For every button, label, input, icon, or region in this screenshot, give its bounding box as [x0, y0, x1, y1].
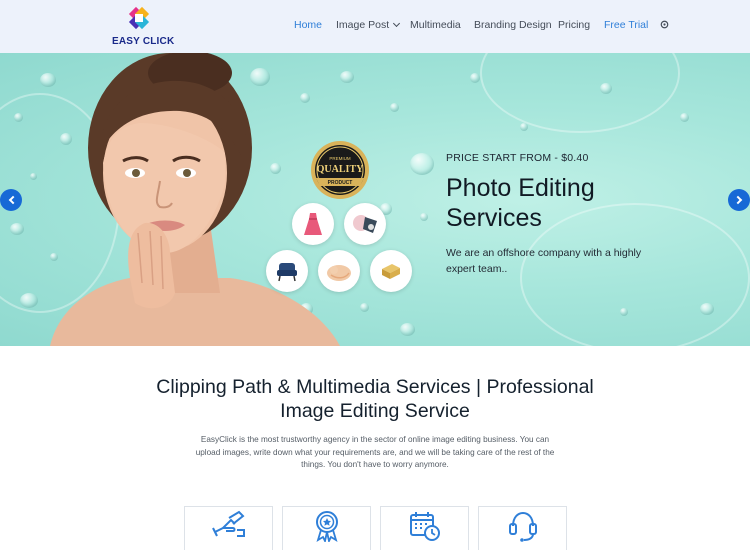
nav-home[interactable]: Home [294, 19, 322, 31]
nav-branding-design[interactable]: Branding Design [474, 19, 552, 31]
brand-name: EASY CLICK [112, 36, 175, 47]
product-chair-image [266, 250, 308, 292]
chevron-left-icon [8, 195, 17, 205]
chevron-right-icon [733, 195, 742, 205]
water-drop [600, 83, 612, 94]
quality-badge-icon: PREMIUM QUALITY PRODUCT [311, 141, 369, 199]
water-drop [470, 73, 480, 83]
water-drop [420, 213, 428, 221]
logo-icon [128, 6, 150, 30]
hero-title-line2: Services [446, 204, 542, 232]
hero-description: We are an offshore company with a highly… [446, 247, 642, 275]
calendar-clock-icon [409, 512, 440, 541]
hero-price-label: PRICE START FROM - $0.40 [446, 152, 589, 164]
water-drop [360, 303, 369, 312]
nav-image-post[interactable]: Image Post [336, 19, 401, 31]
water-drop [620, 308, 628, 316]
product-dress-image [292, 203, 334, 245]
chevron-down-icon [393, 19, 401, 28]
product-baby-image [318, 250, 360, 292]
slider-next-button[interactable] [728, 189, 750, 211]
water-ripple [480, 53, 680, 133]
hero-caption: PRICE START FROM - $0.40 Photo Editing S… [446, 152, 706, 277]
nav-free-trial[interactable]: Free Trial [604, 19, 648, 31]
product-bag-image [370, 250, 412, 292]
nav-pricing[interactable]: Pricing [558, 19, 590, 31]
nav-multimedia[interactable]: Multimedia [410, 19, 461, 31]
nav-image-post-label: Image Post [336, 19, 390, 31]
award-icon [315, 511, 338, 542]
section-title-line2: Image Editing Service [280, 400, 470, 422]
site-header: EASY CLICK Home Image Post Multimedia Br… [0, 0, 750, 53]
feature-cards [184, 506, 567, 550]
model-portrait-image [50, 53, 340, 346]
water-drop [520, 123, 528, 131]
feature-card[interactable] [282, 506, 371, 550]
hero-slider: PREMIUM QUALITY PRODUCT PRICE START FROM… [0, 53, 750, 346]
badge-quality-text: QUALITY [317, 164, 364, 175]
feature-card[interactable] [184, 506, 273, 550]
water-drop [700, 303, 714, 315]
water-drop [390, 103, 399, 112]
section-title-line1: Clipping Path & Multimedia Services | Pr… [156, 376, 594, 398]
badge-premium-text: PREMIUM [329, 156, 351, 161]
water-drop [410, 153, 434, 175]
headset-icon [508, 511, 537, 542]
badge-product-text: PRODUCT [328, 180, 353, 186]
feature-card[interactable] [478, 506, 567, 550]
section-title: Clipping Path & Multimedia Services | Pr… [100, 375, 650, 423]
water-drop [680, 113, 689, 122]
hero-title-line1: Photo Editing [446, 174, 595, 202]
search-icon[interactable] [660, 20, 669, 32]
feature-card[interactable] [380, 506, 469, 550]
section-description: EasyClick is the most trustworthy agency… [195, 435, 555, 469]
hero-title: Photo Editing Services [446, 173, 706, 233]
slider-prev-button[interactable] [0, 189, 22, 211]
hand-pen-icon [211, 510, 245, 537]
product-accessories-image [344, 203, 386, 245]
water-drop [400, 323, 415, 336]
brand-logo[interactable]: EASY CLICK [112, 6, 175, 48]
